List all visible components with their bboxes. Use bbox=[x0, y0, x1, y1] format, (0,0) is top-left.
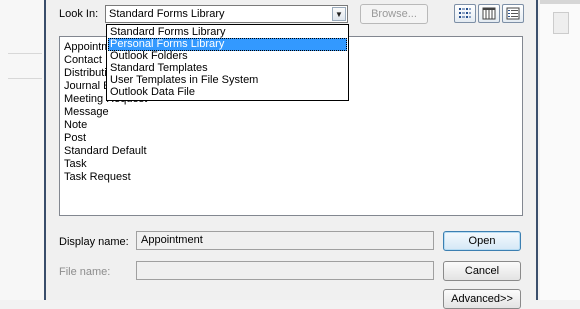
browse-button[interactable]: Browse... bbox=[360, 4, 428, 24]
background-element bbox=[553, 12, 569, 34]
background-bar bbox=[540, 0, 580, 4]
file-name-field[interactable] bbox=[136, 261, 434, 280]
details-view-icon[interactable] bbox=[478, 4, 500, 23]
choose-form-dialog: Look In: Standard Forms Library ▼ Browse… bbox=[44, 0, 538, 309]
look-in-combobox[interactable]: Standard Forms Library ▼ bbox=[105, 5, 348, 23]
list-item[interactable]: Task Request bbox=[64, 171, 131, 184]
list-item[interactable]: Note bbox=[64, 119, 87, 132]
list-view-icon[interactable] bbox=[454, 4, 476, 23]
file-name-label: File name: bbox=[59, 266, 111, 278]
list-item[interactable]: Standard Default bbox=[64, 145, 147, 158]
background-divider bbox=[8, 78, 42, 79]
background-window-right bbox=[540, 0, 580, 300]
list-item[interactable]: Message bbox=[64, 106, 109, 119]
list-item[interactable]: Post bbox=[64, 132, 86, 145]
cancel-button[interactable]: Cancel bbox=[443, 261, 521, 281]
open-button[interactable]: Open bbox=[443, 231, 521, 251]
dropdown-option[interactable]: Outlook Data File bbox=[108, 86, 347, 99]
background-window-left bbox=[0, 0, 44, 300]
display-name-value: Appointment bbox=[141, 234, 203, 246]
display-name-field[interactable]: Appointment bbox=[136, 231, 434, 250]
look-in-value: Standard Forms Library bbox=[109, 8, 225, 20]
chevron-down-icon[interactable]: ▼ bbox=[332, 7, 346, 21]
display-name-label: Display name: bbox=[59, 236, 129, 248]
list-item[interactable]: Contact bbox=[64, 54, 102, 67]
look-in-dropdown-list: Standard Forms Library Personal Forms Li… bbox=[106, 24, 349, 101]
look-in-label: Look In: bbox=[59, 8, 99, 20]
properties-view-icon[interactable] bbox=[502, 4, 524, 23]
background-divider bbox=[8, 53, 42, 54]
advanced-button[interactable]: Advanced>> bbox=[443, 289, 521, 309]
list-item[interactable]: Task bbox=[64, 158, 87, 171]
